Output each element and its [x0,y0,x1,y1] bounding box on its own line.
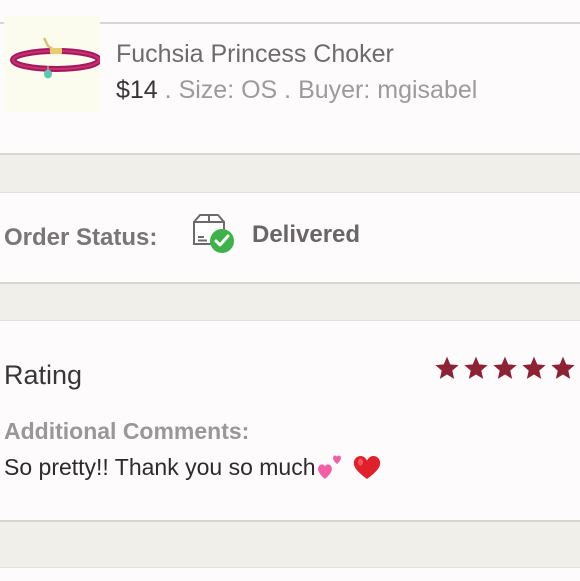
meta-separator: . [277,76,299,104]
item-price: $14 [116,76,158,104]
comment-text: So pretty!! Thank you so much [4,453,316,480]
star-icon [551,356,575,379]
star-icon [464,356,488,379]
two-hearts-emoji-icon [317,455,341,479]
comment-row: So pretty!! Thank you so much [4,450,382,484]
red-heart-emoji-icon [353,456,380,479]
item-size: Size: OS [178,76,278,104]
item-buyer[interactable]: Buyer: mgisabel [298,76,477,104]
delivered-box-icon [190,212,236,254]
star-icon [493,356,517,379]
order-status-label: Order Status: [4,224,158,251]
meta-separator: . [157,76,179,104]
item-title[interactable]: Fuchsia Princess Choker [116,40,394,69]
rating-stars [434,355,576,381]
item-thumbnail[interactable] [4,16,102,112]
footer-strip [0,567,580,581]
item-meta: $14 . Size: OS . Buyer: mgisabel [116,76,477,105]
star-icon [522,356,546,379]
rating-label: Rating [4,360,83,390]
order-status-value: Delivered [252,221,361,248]
additional-comments-label: Additional Comments: [4,418,250,444]
choker-image [10,37,102,79]
star-icon [435,356,459,379]
